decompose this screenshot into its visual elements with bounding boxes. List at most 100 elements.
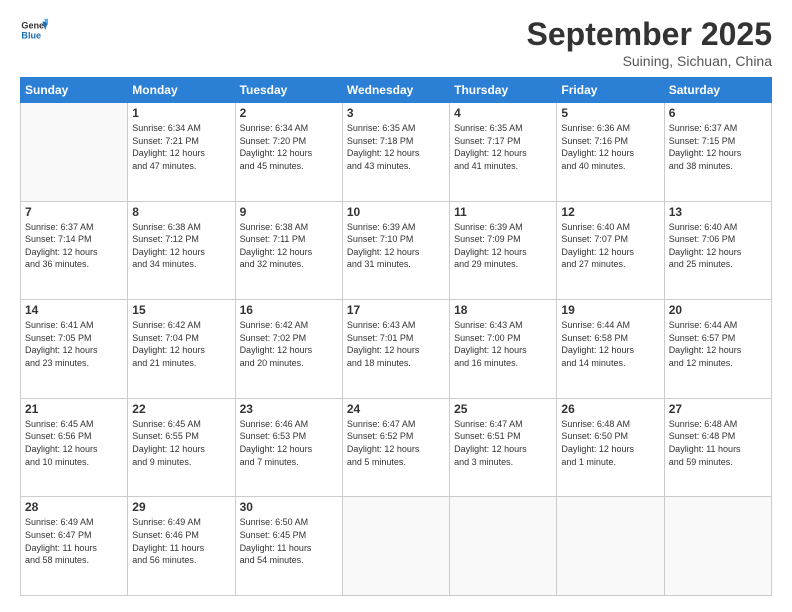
calendar-cell: 30Sunrise: 6:50 AM Sunset: 6:45 PM Dayli…	[235, 497, 342, 596]
col-header-saturday: Saturday	[664, 78, 771, 103]
day-info: Sunrise: 6:41 AM Sunset: 7:05 PM Dayligh…	[25, 319, 123, 369]
day-info: Sunrise: 6:43 AM Sunset: 7:01 PM Dayligh…	[347, 319, 445, 369]
calendar-cell: 22 Sunrise: 6:45 AM Sunset: 6:55 PM Dayli…	[128, 398, 235, 497]
calendar-header-row: SundayMondayTuesdayWednesdayThursdayFrid…	[21, 78, 772, 103]
day-number: 23	[240, 402, 338, 416]
day-info: Sunrise: 6:45 AM Sunset: 6:55 PM Dayligh…	[132, 418, 230, 468]
col-header-wednesday: Wednesday	[342, 78, 449, 103]
day-number: 28	[25, 500, 123, 514]
day-info: Sunrise: 6:37 AM Sunset: 7:15 PM Dayligh…	[669, 122, 767, 172]
day-info: Sunrise: 6:35 AM Sunset: 7:18 PM Dayligh…	[347, 122, 445, 172]
calendar-cell: 18Sunrise: 6:43 AM Sunset: 7:00 PM Dayli…	[450, 300, 557, 399]
col-header-thursday: Thursday	[450, 78, 557, 103]
day-info: Sunrise: 6:36 AM Sunset: 7:16 PM Dayligh…	[561, 122, 659, 172]
day-number: 14	[25, 303, 123, 317]
day-number: 3	[347, 106, 445, 120]
calendar-cell: 2Sunrise: 6:34 AM Sunset: 7:20 PM Daylig…	[235, 103, 342, 202]
day-info: Sunrise: 6:47 AM Sunset: 6:52 PM Dayligh…	[347, 418, 445, 468]
day-info: Sunrise: 6:43 AM Sunset: 7:00 PM Dayligh…	[454, 319, 552, 369]
day-number: 15	[132, 303, 230, 317]
day-info: Sunrise: 6:48 AM Sunset: 6:48 PM Dayligh…	[669, 418, 767, 468]
day-number: 6	[669, 106, 767, 120]
calendar-cell: 7 Sunrise: 6:37 AM Sunset: 7:14 PM Daylig…	[21, 201, 128, 300]
calendar-cell: 1 Sunrise: 6:34 AM Sunset: 7:21 PM Daylig…	[128, 103, 235, 202]
day-info: Sunrise: 6:40 AM Sunset: 7:06 PM Dayligh…	[669, 221, 767, 271]
day-number: 20	[669, 303, 767, 317]
day-info: Sunrise: 6:34 AM Sunset: 7:21 PM Dayligh…	[132, 122, 230, 172]
week-row-5: 28 Sunrise: 6:49 AM Sunset: 6:47 PM Dayli…	[21, 497, 772, 596]
calendar-cell: 10 Sunrise: 6:39 AM Sunset: 7:10 PM Dayli…	[342, 201, 449, 300]
logo-icon: General Blue	[20, 16, 48, 44]
week-row-1: 1 Sunrise: 6:34 AM Sunset: 7:21 PM Daylig…	[21, 103, 772, 202]
day-number: 7	[25, 205, 123, 219]
calendar-cell: 15Sunrise: 6:42 AM Sunset: 7:04 PM Dayli…	[128, 300, 235, 399]
day-number: 17	[347, 303, 445, 317]
calendar-cell	[664, 497, 771, 596]
col-header-monday: Monday	[128, 78, 235, 103]
calendar-cell	[342, 497, 449, 596]
calendar-cell: 12 Sunrise: 6:40 AM Sunset: 7:07 PM Dayli…	[557, 201, 664, 300]
title-area: September 2025 Suining, Sichuan, China	[527, 16, 772, 69]
day-number: 9	[240, 205, 338, 219]
calendar-cell	[21, 103, 128, 202]
day-number: 13	[669, 205, 767, 219]
day-info: Sunrise: 6:42 AM Sunset: 7:02 PM Dayligh…	[240, 319, 338, 369]
calendar-cell: 17 Sunrise: 6:43 AM Sunset: 7:01 PM Dayli…	[342, 300, 449, 399]
calendar-cell: 5 Sunrise: 6:36 AM Sunset: 7:16 PM Daylig…	[557, 103, 664, 202]
subtitle: Suining, Sichuan, China	[527, 53, 772, 69]
day-number: 29	[132, 500, 230, 514]
day-info: Sunrise: 6:39 AM Sunset: 7:09 PM Dayligh…	[454, 221, 552, 271]
day-number: 8	[132, 205, 230, 219]
calendar-cell: 11Sunrise: 6:39 AM Sunset: 7:09 PM Dayli…	[450, 201, 557, 300]
calendar-cell: 29Sunrise: 6:49 AM Sunset: 6:46 PM Dayli…	[128, 497, 235, 596]
day-number: 10	[347, 205, 445, 219]
col-header-tuesday: Tuesday	[235, 78, 342, 103]
day-info: Sunrise: 6:46 AM Sunset: 6:53 PM Dayligh…	[240, 418, 338, 468]
week-row-4: 21 Sunrise: 6:45 AM Sunset: 6:56 PM Dayli…	[21, 398, 772, 497]
col-header-sunday: Sunday	[21, 78, 128, 103]
svg-text:Blue: Blue	[21, 30, 41, 40]
day-info: Sunrise: 6:39 AM Sunset: 7:10 PM Dayligh…	[347, 221, 445, 271]
calendar-cell: 8 Sunrise: 6:38 AM Sunset: 7:12 PM Daylig…	[128, 201, 235, 300]
calendar-cell: 20 Sunrise: 6:44 AM Sunset: 6:57 PM Dayli…	[664, 300, 771, 399]
calendar-table: SundayMondayTuesdayWednesdayThursdayFrid…	[20, 77, 772, 596]
day-number: 5	[561, 106, 659, 120]
day-number: 22	[132, 402, 230, 416]
day-number: 4	[454, 106, 552, 120]
day-info: Sunrise: 6:34 AM Sunset: 7:20 PM Dayligh…	[240, 122, 338, 172]
calendar-cell: 24 Sunrise: 6:47 AM Sunset: 6:52 PM Dayli…	[342, 398, 449, 497]
day-info: Sunrise: 6:49 AM Sunset: 6:47 PM Dayligh…	[25, 516, 123, 566]
day-number: 25	[454, 402, 552, 416]
calendar-cell: 21 Sunrise: 6:45 AM Sunset: 6:56 PM Dayli…	[21, 398, 128, 497]
day-number: 1	[132, 106, 230, 120]
calendar-cell: 9 Sunrise: 6:38 AM Sunset: 7:11 PM Daylig…	[235, 201, 342, 300]
calendar-cell: 13 Sunrise: 6:40 AM Sunset: 7:06 PM Dayli…	[664, 201, 771, 300]
day-info: Sunrise: 6:50 AM Sunset: 6:45 PM Dayligh…	[240, 516, 338, 566]
day-info: Sunrise: 6:44 AM Sunset: 6:57 PM Dayligh…	[669, 319, 767, 369]
calendar-cell: 14 Sunrise: 6:41 AM Sunset: 7:05 PM Dayli…	[21, 300, 128, 399]
day-info: Sunrise: 6:37 AM Sunset: 7:14 PM Dayligh…	[25, 221, 123, 271]
calendar-cell: 6 Sunrise: 6:37 AM Sunset: 7:15 PM Daylig…	[664, 103, 771, 202]
day-number: 21	[25, 402, 123, 416]
header: General Blue September 2025 Suining, Sic…	[20, 16, 772, 69]
day-info: Sunrise: 6:38 AM Sunset: 7:12 PM Dayligh…	[132, 221, 230, 271]
calendar-cell	[450, 497, 557, 596]
page: General Blue September 2025 Suining, Sic…	[0, 0, 792, 612]
day-info: Sunrise: 6:40 AM Sunset: 7:07 PM Dayligh…	[561, 221, 659, 271]
calendar-cell: 28 Sunrise: 6:49 AM Sunset: 6:47 PM Dayli…	[21, 497, 128, 596]
calendar-cell: 16 Sunrise: 6:42 AM Sunset: 7:02 PM Dayli…	[235, 300, 342, 399]
day-number: 12	[561, 205, 659, 219]
calendar-cell: 26 Sunrise: 6:48 AM Sunset: 6:50 PM Dayli…	[557, 398, 664, 497]
day-info: Sunrise: 6:48 AM Sunset: 6:50 PM Dayligh…	[561, 418, 659, 468]
day-info: Sunrise: 6:38 AM Sunset: 7:11 PM Dayligh…	[240, 221, 338, 271]
calendar-cell: 25 Sunrise: 6:47 AM Sunset: 6:51 PM Dayli…	[450, 398, 557, 497]
day-number: 26	[561, 402, 659, 416]
day-number: 24	[347, 402, 445, 416]
day-info: Sunrise: 6:47 AM Sunset: 6:51 PM Dayligh…	[454, 418, 552, 468]
month-title: September 2025	[527, 16, 772, 53]
col-header-friday: Friday	[557, 78, 664, 103]
week-row-3: 14 Sunrise: 6:41 AM Sunset: 7:05 PM Dayli…	[21, 300, 772, 399]
day-info: Sunrise: 6:45 AM Sunset: 6:56 PM Dayligh…	[25, 418, 123, 468]
calendar-cell: 23 Sunrise: 6:46 AM Sunset: 6:53 PM Dayli…	[235, 398, 342, 497]
day-number: 16	[240, 303, 338, 317]
